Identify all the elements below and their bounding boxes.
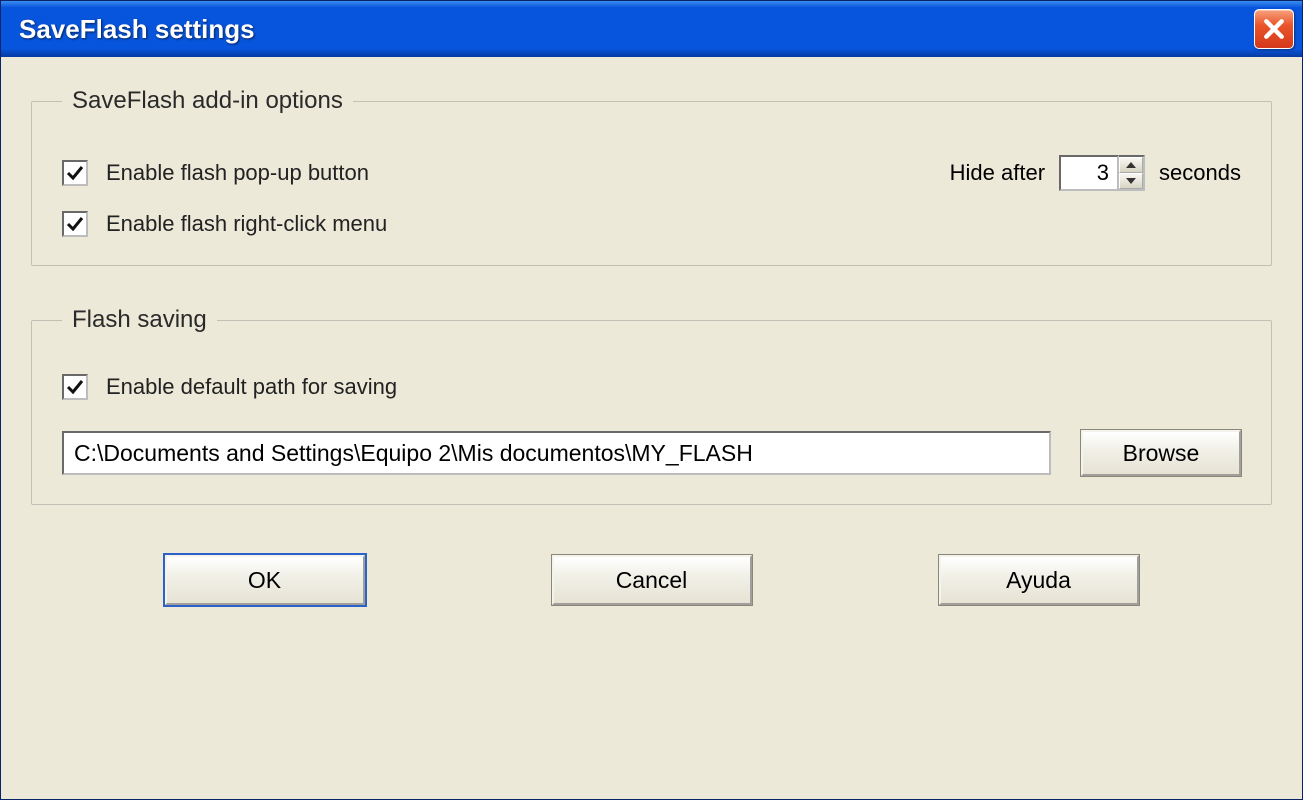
ok-button[interactable]: OK	[165, 555, 365, 605]
checkmark-icon	[65, 214, 85, 234]
help-button[interactable]: Ayuda	[939, 555, 1139, 605]
titlebar[interactable]: SaveFlash settings	[1, 1, 1302, 57]
spinner-up-button[interactable]	[1119, 157, 1143, 173]
dialog-button-row: OK Cancel Ayuda	[31, 545, 1272, 625]
save-path-input[interactable]	[62, 431, 1051, 475]
settings-dialog: SaveFlash settings SaveFlash add-in opti…	[0, 0, 1303, 800]
addin-options-legend: SaveFlash add-in options	[62, 87, 353, 115]
seconds-label: seconds	[1159, 160, 1241, 186]
chevron-up-icon	[1126, 162, 1136, 168]
checkmark-icon	[65, 377, 85, 397]
hide-after-spinner	[1059, 155, 1145, 191]
close-button[interactable]	[1254, 9, 1294, 49]
client-area: SaveFlash add-in options Enable flash po…	[1, 57, 1302, 799]
window-title: SaveFlash settings	[19, 14, 255, 45]
hide-after-input[interactable]	[1059, 155, 1119, 191]
enable-rightclick-checkbox[interactable]	[62, 211, 88, 237]
flash-saving-legend: Flash saving	[62, 306, 217, 334]
enable-default-path-checkbox[interactable]	[62, 374, 88, 400]
spinner-down-button[interactable]	[1119, 173, 1143, 189]
enable-popup-label: Enable flash pop-up button	[106, 160, 369, 186]
browse-button[interactable]: Browse	[1081, 430, 1241, 476]
enable-rightclick-label: Enable flash right-click menu	[106, 211, 387, 237]
hide-after-control: Hide after seconds	[950, 155, 1241, 191]
enable-default-path-label: Enable default path for saving	[106, 374, 397, 400]
addin-options-group: SaveFlash add-in options Enable flash po…	[31, 87, 1272, 266]
chevron-down-icon	[1126, 178, 1136, 184]
checkmark-icon	[65, 163, 85, 183]
close-icon	[1263, 18, 1285, 40]
cancel-button[interactable]: Cancel	[552, 555, 752, 605]
enable-popup-checkbox[interactable]	[62, 160, 88, 186]
hide-after-label: Hide after	[950, 160, 1045, 186]
flash-saving-group: Flash saving Enable default path for sav…	[31, 306, 1272, 505]
